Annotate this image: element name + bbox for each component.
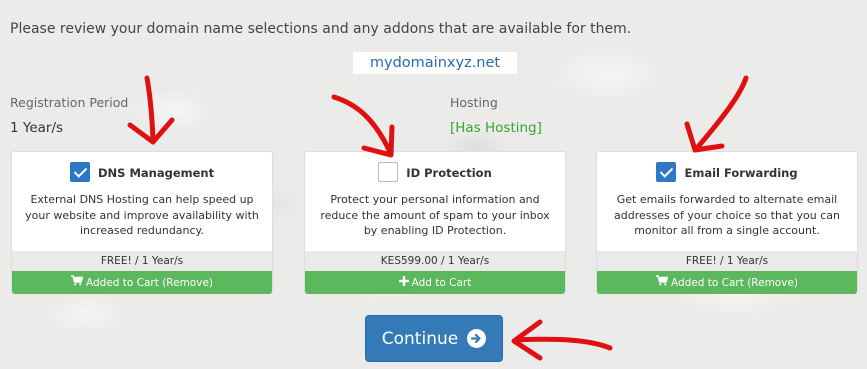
cart-icon: [655, 271, 669, 294]
addon-header: Email Forwarding: [597, 161, 857, 184]
addon-price: FREE! / 1 Year/s: [12, 251, 272, 271]
addon-header: DNS Management: [12, 161, 272, 184]
domain-name: mydomainxyz.net: [353, 52, 517, 74]
arrow-circle-right-icon: [467, 329, 487, 348]
addon-title: ID Protection: [406, 165, 492, 180]
addon-description: Protect your personal information and re…: [320, 193, 550, 237]
continue-label: Continue: [381, 328, 459, 349]
addon-description: External DNS Hosting can help speed up y…: [25, 193, 259, 237]
registration-period-value: 1 Year/s: [10, 120, 64, 136]
annotation-arrow-continue: [513, 336, 613, 351]
hosting-label: Hosting: [450, 95, 498, 110]
addon-description: Get emails forwarded to alternate email …: [614, 193, 840, 237]
email-forwarding-checkbox[interactable]: [656, 161, 677, 182]
remove-email-forwarding-button[interactable]: Added to Cart (Remove): [597, 271, 857, 294]
addon-card-id-protection: ID Protection Protect your personal info…: [304, 151, 566, 294]
add-id-protection-button[interactable]: Add to Cart: [305, 271, 565, 294]
continue-button[interactable]: Continue: [365, 315, 503, 362]
registration-period-label: Registration Period: [10, 95, 129, 110]
intro-text: Please review your domain name selection…: [10, 21, 632, 37]
id-protection-checkbox[interactable]: [378, 161, 399, 182]
remove-dns-management-button[interactable]: Added to Cart (Remove): [12, 271, 272, 294]
addon-action-label: Added to Cart (Remove): [85, 277, 213, 289]
addon-header: ID Protection: [305, 161, 565, 184]
cart-icon: [70, 271, 84, 294]
addon-title: Email Forwarding: [684, 165, 798, 180]
plus-icon: [398, 271, 409, 294]
addon-title: DNS Management: [97, 165, 215, 180]
addon-card-dns-management: DNS Management External DNS Hosting can …: [11, 151, 273, 294]
addon-action-label: Add to Cart: [411, 277, 472, 289]
annotation-arrow-id-protection: [331, 94, 393, 155]
addon-action-label: Added to Cart (Remove): [670, 277, 798, 289]
dns-management-checkbox[interactable]: [69, 161, 90, 182]
addon-price: FREE! / 1 Year/s: [597, 251, 857, 271]
annotation-arrow-email: [694, 75, 749, 151]
addon-price: KES599.00 / 1 Year/s: [305, 251, 565, 271]
hosting-value: [Has Hosting]: [450, 120, 542, 136]
addon-card-email-forwarding: Email Forwarding Get emails forwarded to…: [596, 151, 858, 294]
annotation-arrow-dns: [144, 75, 156, 143]
